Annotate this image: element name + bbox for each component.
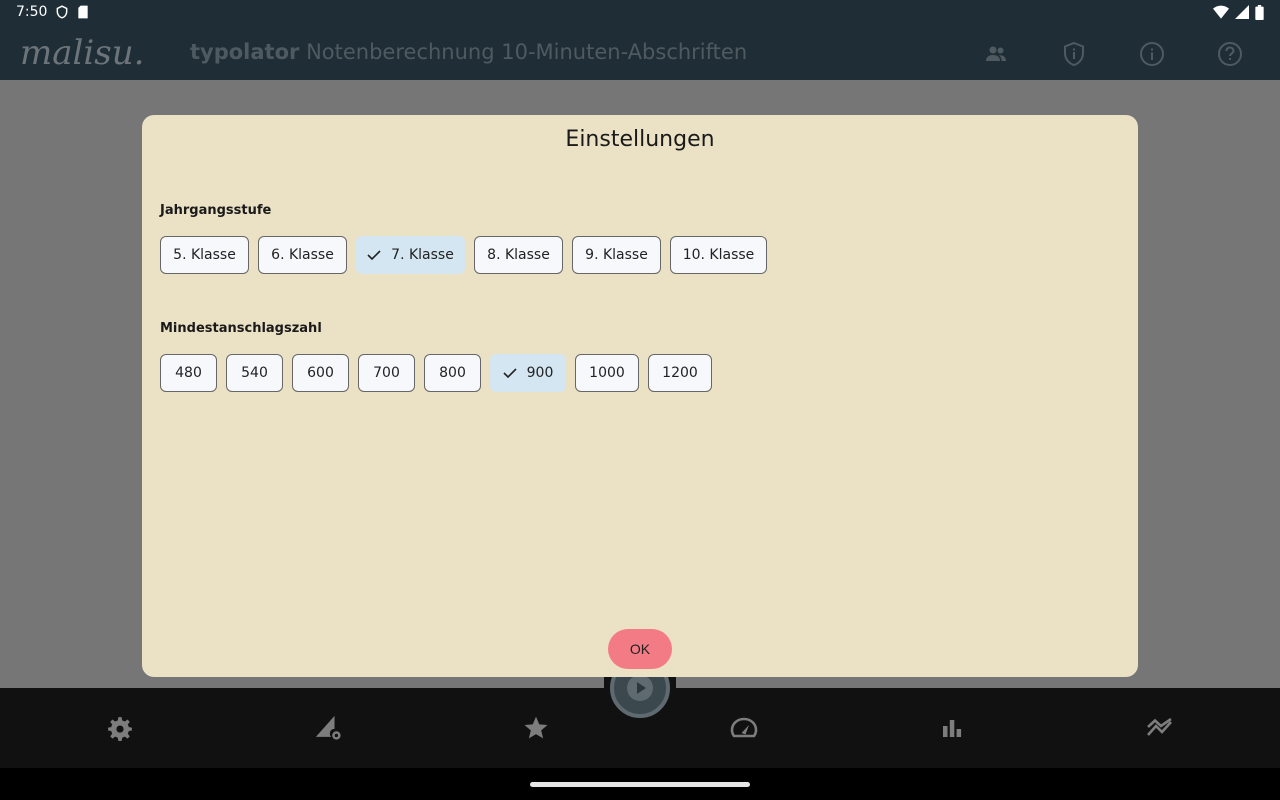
cell-signal-icon: [1235, 5, 1249, 19]
status-time: 7:50: [16, 4, 48, 20]
strokes-chip-800[interactable]: 800: [424, 354, 481, 392]
app-name: typolator: [190, 40, 300, 64]
grade-chip-9[interactable]: 9. Klasse: [572, 236, 661, 274]
strokes-chip-540[interactable]: 540: [226, 354, 283, 392]
star-icon[interactable]: [522, 714, 550, 742]
status-bar: 7:50: [0, 0, 1280, 24]
check-icon: [503, 367, 517, 379]
strokes-chip-600[interactable]: 600: [292, 354, 349, 392]
grade-chip-row: 5. Klasse 6. Klasse 7. Klasse 8. Klasse …: [160, 236, 767, 274]
settings-icon[interactable]: [106, 714, 134, 742]
vpn-shield-icon: [55, 5, 69, 19]
battery-icon: [1255, 4, 1264, 20]
grade-chip-7[interactable]: 7. Klasse: [356, 236, 465, 274]
strokes-chip-900[interactable]: 900: [490, 354, 566, 392]
strokes-chip-700[interactable]: 700: [358, 354, 415, 392]
grade-chip-8[interactable]: 8. Klasse: [474, 236, 563, 274]
strokes-chip-480[interactable]: 480: [160, 354, 217, 392]
svg-text:malisu.: malisu.: [20, 34, 144, 73]
app-title: typolator Notenberechnung 10-Minuten-Abs…: [190, 40, 747, 64]
sd-card-icon: [77, 5, 89, 19]
wifi-icon: [1213, 5, 1229, 19]
signal-settings-icon[interactable]: [314, 714, 342, 742]
speedometer-icon[interactable]: [730, 714, 758, 742]
malisu-logo: malisu.: [18, 33, 168, 74]
app-bar: malisu. typolator Notenberechnung 10-Min…: [0, 24, 1280, 80]
help-icon[interactable]: [1214, 38, 1246, 70]
strokes-section-label: Mindestanschlagszahl: [160, 321, 322, 336]
bar-chart-icon[interactable]: [938, 714, 966, 742]
info-icon[interactable]: [1136, 38, 1168, 70]
shield-info-icon[interactable]: [1058, 38, 1090, 70]
trending-icon[interactable]: [1146, 714, 1174, 742]
strokes-chip-1000[interactable]: 1000: [575, 354, 639, 392]
grade-chip-10[interactable]: 10. Klasse: [670, 236, 767, 274]
people-icon[interactable]: [980, 38, 1012, 70]
strokes-chip-row: 480 540 600 700 800 900 1000 1200: [160, 354, 712, 392]
grade-chip-6[interactable]: 6. Klasse: [258, 236, 347, 274]
play-icon: [627, 675, 653, 701]
check-icon: [367, 249, 381, 261]
dialog-title: Einstellungen: [565, 127, 715, 152]
settings-dialog: Einstellungen Jahrgangsstufe 5. Klasse 6…: [142, 115, 1138, 677]
strokes-chip-1200[interactable]: 1200: [648, 354, 712, 392]
grade-section-label: Jahrgangsstufe: [160, 203, 272, 218]
app-subtitle: Notenberechnung 10-Minuten-Abschriften: [306, 40, 748, 64]
gesture-area: [0, 768, 1280, 800]
grade-chip-5[interactable]: 5. Klasse: [160, 236, 249, 274]
gesture-handle[interactable]: [530, 782, 750, 787]
ok-button[interactable]: OK: [608, 629, 672, 669]
